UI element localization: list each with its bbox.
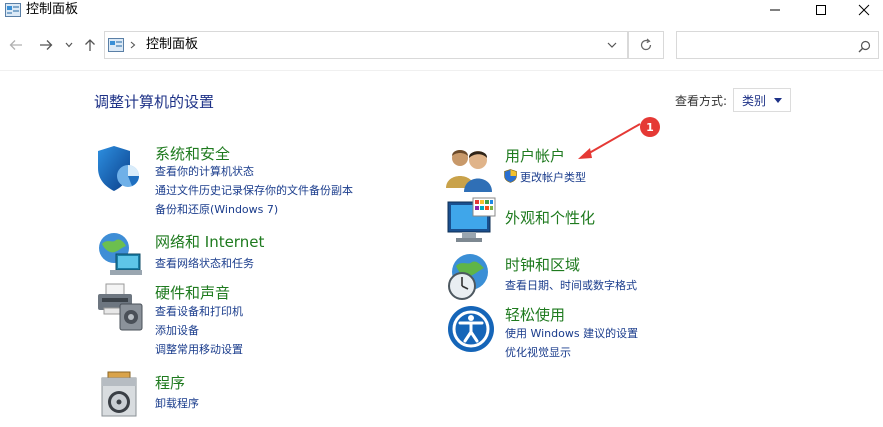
view-by-dropdown[interactable]: 类别 [733,88,791,112]
clock-globe-icon[interactable] [446,252,496,302]
shield-icon[interactable] [96,144,146,194]
link-network-status[interactable]: 查看网络状态和任务 [155,255,254,272]
arrow-right-icon [40,40,53,50]
category-appearance-personalization[interactable]: 外观和个性化 [505,208,595,228]
link-add-device[interactable]: 添加设备 [155,322,199,339]
link-backup-restore[interactable]: 备份和还原(Windows 7) [155,201,278,218]
back-button[interactable] [6,34,26,56]
arrow-left-icon [9,40,22,50]
annotation-badge: 1 [640,117,660,137]
toolbar-divider [0,70,883,71]
category-user-accounts[interactable]: 用户帐户 [505,146,565,166]
category-clock-region[interactable]: 时钟和区域 [505,255,580,275]
annotation-arrow-icon [578,123,641,159]
refresh-button[interactable] [628,31,664,59]
view-by-label: 查看方式: [675,94,728,108]
category-ease-of-access[interactable]: 轻松使用 [505,305,565,325]
link-recommended-settings[interactable]: 使用 Windows 建议的设置 [505,325,638,342]
address-dropdown-icon[interactable] [607,42,617,49]
search-input[interactable] [681,35,855,57]
printer-icon[interactable] [96,282,146,332]
recent-locations-button[interactable] [62,34,76,56]
forward-button[interactable] [36,34,56,56]
control-panel-icon [108,38,124,52]
link-change-account-type[interactable]: 更改帐户类型 [520,169,586,186]
category-hardware-sound[interactable]: 硬件和声音 [155,283,230,303]
link-devices-printers[interactable]: 查看设备和打印机 [155,303,243,320]
search-icon[interactable] [858,40,871,53]
close-icon [858,4,869,16]
link-uninstall-program[interactable]: 卸载程序 [155,395,199,412]
ease-of-access-icon[interactable] [446,304,496,354]
refresh-icon [640,38,652,51]
category-programs[interactable]: 程序 [155,373,185,393]
chevron-down-icon [65,42,73,48]
page-title: 调整计算机的设置 [94,93,215,111]
arrow-up-icon [85,39,95,51]
category-network-internet[interactable]: 网络和 Internet [155,232,264,252]
maximize-icon [816,5,826,15]
uac-shield-icon [504,169,517,183]
dropdown-arrow-icon [774,97,783,103]
category-system-security[interactable]: 系统和安全 [155,144,230,164]
minimize-icon [770,9,780,11]
maximize-button[interactable] [798,0,844,20]
link-view-computer-status[interactable]: 查看你的计算机状态 [155,163,254,180]
chevron-right-icon [130,41,136,49]
view-by-value: 类别 [742,93,767,108]
monitor-palette-icon[interactable] [446,196,496,246]
link-date-time-format[interactable]: 查看日期、时间或数字格式 [505,277,637,294]
control-panel-icon [5,3,21,17]
search-box[interactable] [676,31,879,59]
window-title: 控制面板 [26,2,79,17]
close-button[interactable] [844,0,883,20]
link-optimize-visual-display[interactable]: 优化视觉显示 [505,344,571,361]
network-globe-icon[interactable] [96,230,146,280]
up-button[interactable] [80,34,100,56]
link-mobility-settings[interactable]: 调整常用移动设置 [155,341,243,358]
address-path: 控制面板 [146,37,199,52]
programs-disc-icon[interactable] [96,370,146,420]
link-file-history-backup[interactable]: 通过文件历史记录保存你的文件备份副本 [155,182,353,199]
minimize-button[interactable] [752,0,798,20]
users-icon[interactable] [446,144,496,194]
